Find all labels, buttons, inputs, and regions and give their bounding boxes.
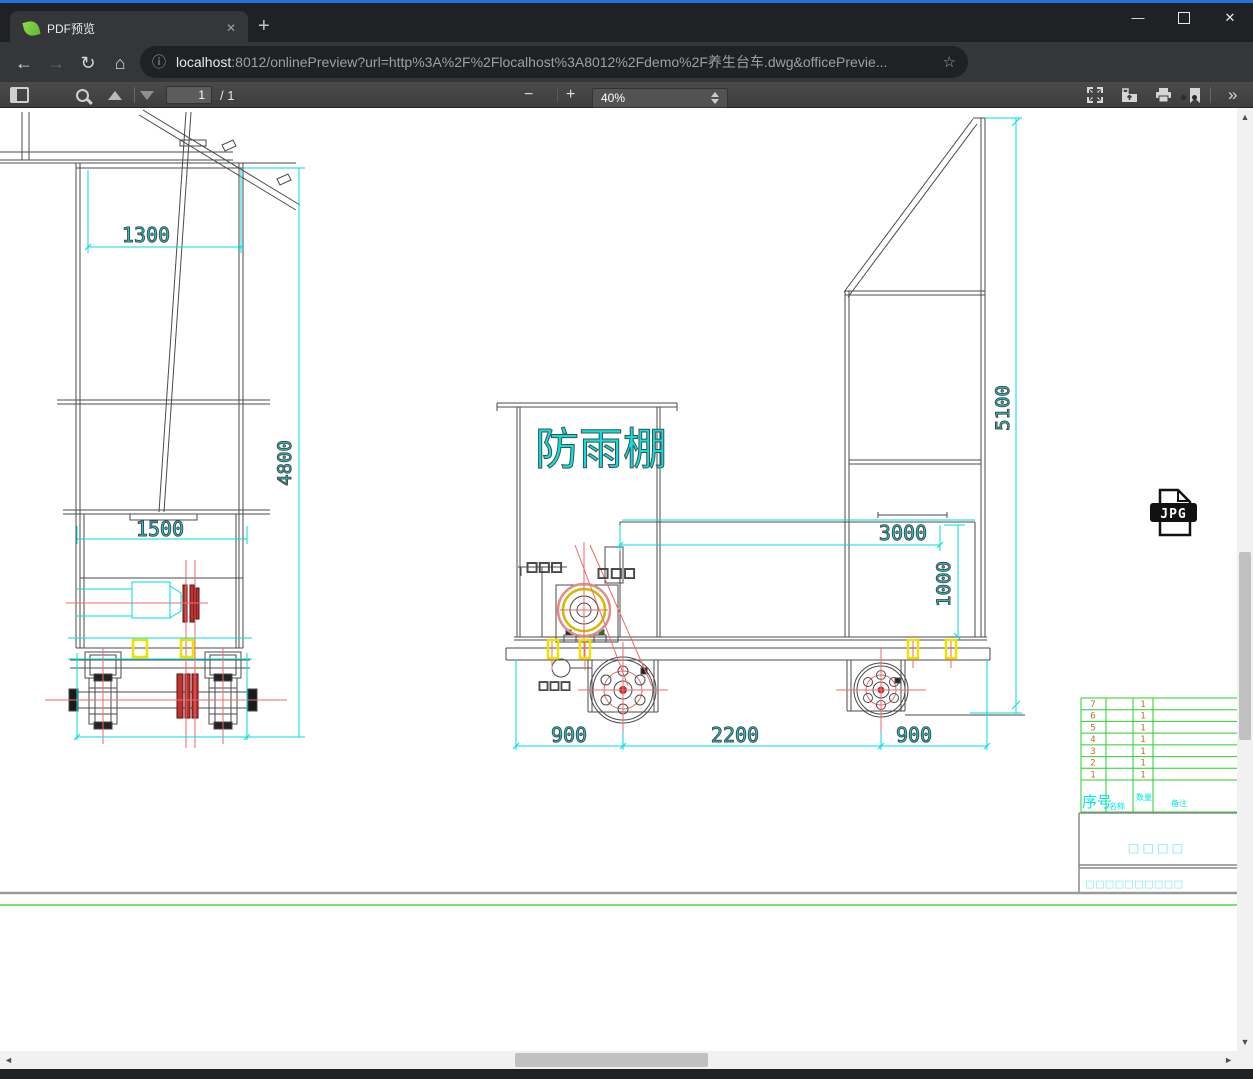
title-block: 7 1 6 1 5 1 4 1 3 1 2 1 1 1 序号 名称 数量 备注 …	[1078, 697, 1237, 894]
page-up-icon	[108, 90, 122, 100]
bom-row-qty: 1	[1140, 759, 1145, 769]
print-icon	[1155, 87, 1172, 103]
presentation-mode-button[interactable]	[1080, 82, 1110, 108]
bom-row-qty: 1	[1140, 700, 1145, 710]
dim-5100: 5100	[992, 385, 1014, 431]
url-path: :8012/onlinePreview?url=http%3A%2F%2Floc…	[231, 54, 888, 70]
bom-row-no: 3	[1090, 747, 1095, 757]
forward-icon[interactable]: →	[44, 51, 68, 75]
url-text: localhost:8012/onlinePreview?url=http%3A…	[176, 52, 935, 72]
search-icon	[76, 88, 89, 102]
sidebar-toggle-icon	[10, 87, 29, 103]
front-view: 1300 4800 1500	[0, 109, 305, 748]
placeholder-label-2: □□□	[598, 563, 638, 583]
bom-row-qty: 1	[1140, 770, 1145, 780]
bom-row-qty: 1	[1140, 723, 1145, 733]
browser-tab[interactable]: PDF预览 ✕	[10, 11, 248, 45]
bom-row-qty: 1	[1140, 735, 1145, 745]
jpg-label: JPG	[1160, 507, 1186, 522]
home-icon[interactable]: ⌂	[108, 51, 132, 75]
back-icon[interactable]: ←	[12, 51, 36, 75]
pdf-page: 1300 4800 1500 防雨棚 3000 1000 5100 900 22…	[0, 108, 1237, 1051]
page-count-label: / 1	[220, 87, 235, 103]
bom-row-no: 4	[1090, 735, 1095, 745]
page-down-icon	[140, 90, 154, 100]
canopy-label: 防雨棚	[535, 425, 667, 474]
open-file-button[interactable]	[1114, 82, 1145, 108]
dim-1300: 1300	[122, 223, 170, 247]
scroll-right-icon[interactable]: ►	[1224, 1055, 1233, 1065]
zoom-level-label: 40%	[601, 91, 626, 105]
tab-title: PDF预览	[47, 21, 96, 36]
bookmark-icon	[1189, 87, 1201, 103]
sidebar-toggle-button[interactable]	[10, 82, 29, 108]
zoom-in-button[interactable]: +	[556, 82, 585, 108]
cad-drawing: 1300 4800 1500 防雨棚 3000 1000 5100 900 22…	[0, 109, 1237, 906]
page-number-group: / 1	[166, 82, 234, 108]
dim-1500: 1500	[136, 517, 184, 541]
new-tab-button[interactable]: +	[258, 16, 270, 36]
maximize-icon	[1178, 12, 1190, 24]
print-button[interactable]	[1148, 82, 1179, 108]
titleblock-subtitle-placeholder: □□□□□□□□□□	[1086, 877, 1184, 892]
bom-row-no: 6	[1090, 712, 1095, 722]
fullscreen-icon	[1087, 87, 1103, 103]
bom-header-note: 备注	[1171, 798, 1187, 808]
site-info-icon[interactable]: ⓘ	[152, 52, 166, 72]
scroll-up-icon[interactable]: ▲	[1237, 112, 1253, 122]
dim-1000: 1000	[933, 561, 955, 607]
browser-navbar: ← → ↻ ⌂ ⓘ localhost:8012/onlinePreview?u…	[0, 42, 1253, 115]
bom-row-no: 1	[1090, 770, 1095, 780]
page-down-button[interactable]	[140, 82, 154, 108]
bom-row-no: 2	[1090, 759, 1095, 769]
address-bar[interactable]: ⓘ localhost:8012/onlinePreview?url=http%…	[140, 46, 968, 78]
pdf-toolbar: / 1 − + 40% »	[0, 82, 1253, 108]
tools-separator	[1204, 82, 1217, 108]
dim-4800: 4800	[274, 440, 296, 486]
page-number-input[interactable]	[166, 86, 212, 104]
dim-900-front: 900	[551, 723, 587, 747]
reload-icon[interactable]: ↻	[76, 51, 100, 75]
page-up-button[interactable]	[108, 82, 122, 108]
window-minimize-button[interactable]: —	[1115, 3, 1161, 33]
placeholder-label-1: □□□	[527, 557, 564, 577]
zoom-spinner-icon	[711, 92, 719, 104]
jpg-file-icon: JPG	[1150, 488, 1197, 537]
dim-2200: 2200	[711, 723, 759, 747]
horizontal-scrollbar-thumb[interactable]	[515, 1053, 708, 1067]
find-button[interactable]	[76, 82, 89, 108]
bom-row-no: 5	[1090, 723, 1095, 733]
side-view: 防雨棚 3000 1000 5100 900 2200 900 □□□ □□□ …	[496, 117, 1025, 750]
window-titlebar: PDF预览 ✕ + — ✕	[0, 0, 1253, 45]
titleblock-title-placeholder: □□□□	[1129, 838, 1188, 857]
bom-row-qty: 1	[1140, 712, 1145, 722]
window-close-button[interactable]: ✕	[1207, 3, 1253, 33]
bom-row-no: 7	[1090, 700, 1095, 710]
open-file-icon	[1121, 87, 1138, 103]
bom-header-no: 序号	[1082, 794, 1112, 811]
window-maximize-button[interactable]	[1161, 3, 1207, 33]
window-bottom-edge	[0, 1069, 1253, 1079]
bom-row-qty: 1	[1140, 747, 1145, 757]
bom-header-qty: 数量	[1136, 792, 1152, 802]
bookmark-star-icon[interactable]: ☆	[943, 53, 956, 71]
tab-close-icon[interactable]: ✕	[222, 19, 240, 37]
spring-leaf-favicon	[22, 18, 41, 38]
dim-900-rear: 900	[896, 723, 932, 747]
vertical-scrollbar-thumb[interactable]	[1239, 552, 1251, 740]
scrollbar-corner	[1237, 1051, 1253, 1069]
more-tools-button[interactable]: »	[1228, 82, 1238, 108]
dim-3000: 3000	[879, 521, 927, 545]
scroll-down-icon[interactable]: ▼	[1237, 1037, 1253, 1047]
scroll-left-icon[interactable]: ◄	[4, 1055, 13, 1065]
zoom-out-button[interactable]: −	[524, 82, 533, 108]
placeholder-label-3: □□□	[539, 676, 572, 694]
url-host: localhost	[176, 54, 232, 70]
bom-header-name: 名称	[1109, 801, 1125, 811]
